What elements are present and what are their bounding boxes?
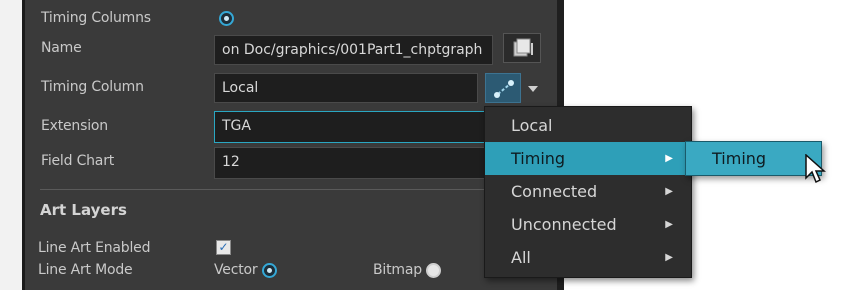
bitmap-radio[interactable] (426, 263, 441, 278)
submenu-item-label: Timing (712, 149, 767, 168)
menu-item-label: Unconnected (511, 215, 617, 234)
mouse-cursor-icon (805, 154, 826, 184)
extension-label: Extension (41, 118, 108, 134)
line-art-mode-label: Line Art Mode (38, 262, 133, 278)
menu-item-timing[interactable]: Timing ▶ (485, 142, 691, 175)
timing-column-menu: Local Timing ▶ Connected ▶ Unconnected ▶… (484, 106, 692, 278)
line-art-enabled-label: Line Art Enabled (38, 240, 151, 256)
extension-field[interactable]: TGA (214, 111, 489, 143)
line-art-enabled-checkbox[interactable]: ✓ (216, 240, 231, 255)
browse-button[interactable] (503, 33, 541, 63)
menu-item-label: All (511, 248, 531, 267)
timing-columns-radio[interactable] (219, 11, 234, 26)
timing-columns-label: Timing Columns (41, 10, 151, 26)
timing-column-label: Timing Column (41, 79, 144, 95)
submenu-arrow-icon: ▶ (665, 153, 673, 164)
menu-item-unconnected[interactable]: Unconnected ▶ (485, 208, 691, 241)
timing-column-field[interactable]: Local (214, 73, 478, 103)
field-chart-label: Field Chart (41, 153, 115, 169)
art-layers-title: Art Layers (40, 201, 127, 219)
menu-item-all[interactable]: All ▶ (485, 241, 691, 274)
menu-item-label: Connected (511, 182, 598, 201)
bitmap-label: Bitmap (373, 262, 422, 278)
node-connect-icon (494, 80, 514, 98)
menu-item-label: Timing (511, 149, 566, 168)
chevron-down-icon (528, 86, 538, 92)
timing-submenu-item-timing[interactable]: Timing (685, 141, 822, 176)
menu-item-connected[interactable]: Connected ▶ (485, 175, 691, 208)
submenu-arrow-icon: ▶ (665, 186, 673, 197)
menu-item-local[interactable]: Local (485, 109, 691, 142)
name-field[interactable]: on Doc/graphics/001Part1_chptgraph (214, 35, 493, 65)
field-chart-field[interactable]: 12 (214, 147, 489, 179)
vector-radio[interactable] (262, 263, 277, 278)
browse-icon (513, 38, 533, 57)
submenu-arrow-icon: ▶ (665, 252, 673, 263)
timing-column-dropdown[interactable] (525, 81, 541, 95)
name-label: Name (41, 40, 82, 56)
submenu-arrow-icon: ▶ (665, 219, 673, 230)
section-divider (40, 189, 545, 190)
menu-item-label: Local (511, 116, 553, 135)
timing-column-connect-button[interactable] (485, 73, 521, 103)
window-frame-edge (0, 0, 22, 290)
vector-label: Vector (214, 262, 258, 278)
